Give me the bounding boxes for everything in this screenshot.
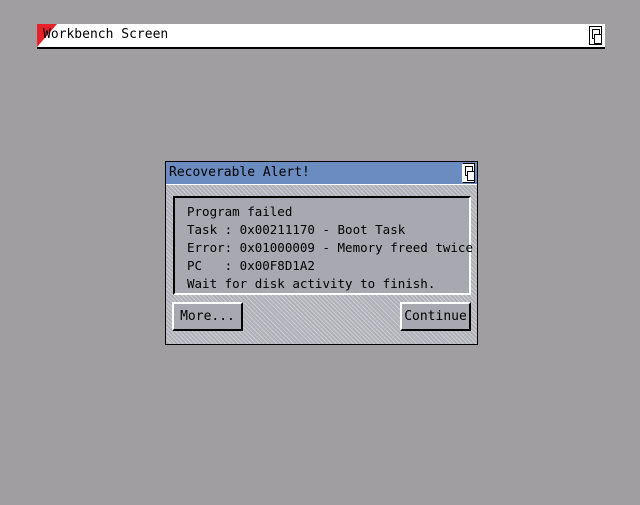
continue-button[interactable]: Continue [400, 302, 471, 331]
screen-title: Workbench Screen [43, 27, 169, 42]
message-line-pc: PC : 0x00F8D1A2 [187, 258, 315, 273]
message-line-error: Error: 0x01000009 - Memory freed twice [187, 240, 473, 255]
alert-message-panel: Program failed Task : 0x00211170 - Boot … [173, 196, 473, 295]
message-line-task: Task : 0x00211170 - Boot Task [187, 222, 406, 237]
depth-arrange-front-icon [467, 171, 475, 181]
message-line-program-failed: Program failed [187, 204, 293, 219]
message-line-wait: Wait for disk activity to finish. [187, 276, 436, 291]
depth-arrange-front-icon [594, 34, 602, 44]
recoverable-alert-window: Recoverable Alert! Program failed Task :… [165, 161, 478, 345]
more-button[interactable]: More... [172, 302, 243, 331]
alert-body: Program failed Task : 0x00211170 - Boot … [166, 185, 477, 344]
window-depth-gadget[interactable] [462, 163, 475, 183]
alert-titlebar[interactable]: Recoverable Alert! [166, 162, 477, 185]
alert-title: Recoverable Alert! [169, 165, 310, 180]
screen-depth-gadget[interactable] [589, 26, 602, 45]
workbench-screen-titlebar[interactable]: Workbench Screen [37, 24, 605, 49]
